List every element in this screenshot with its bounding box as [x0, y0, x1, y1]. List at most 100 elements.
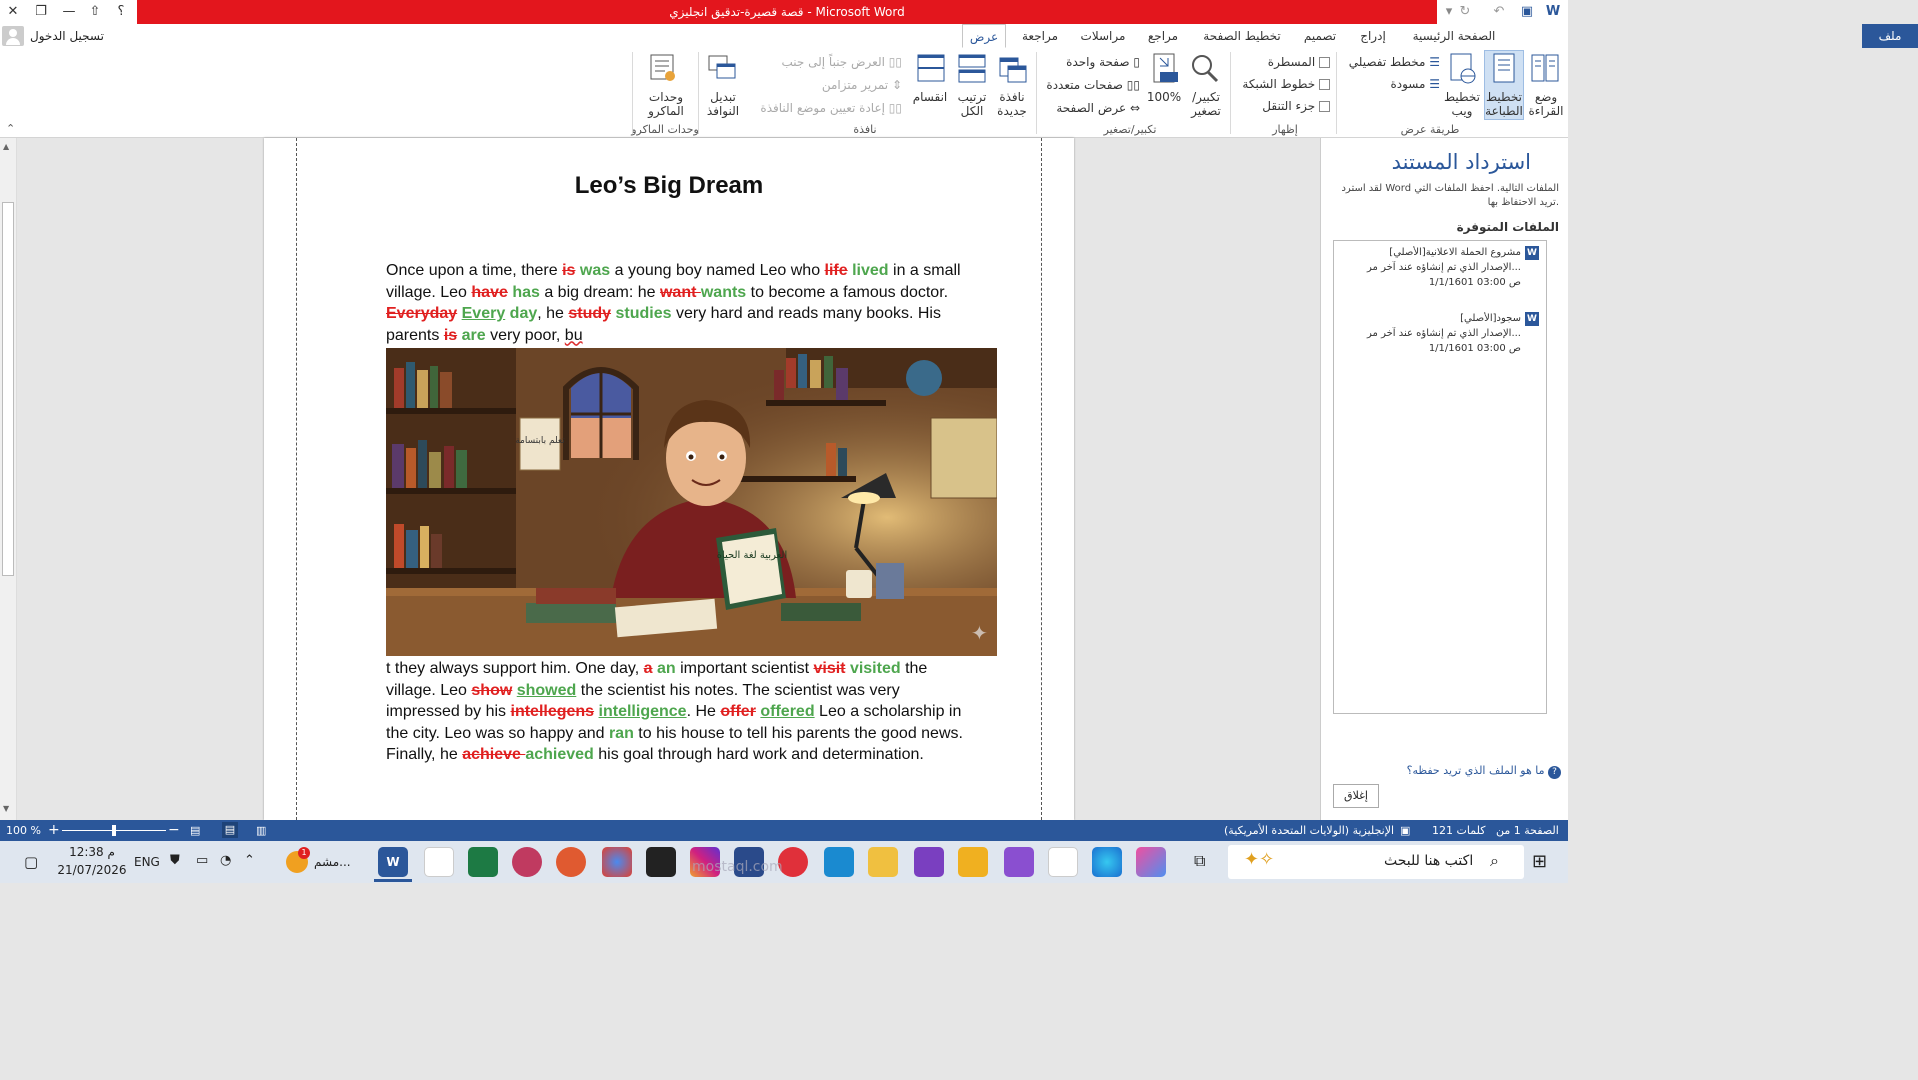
- deleted-text[interactable]: is: [444, 327, 457, 344]
- macros-button[interactable]: وحدات الماكرو: [642, 90, 690, 118]
- text-run[interactable]: Once upon a time, there: [386, 262, 562, 279]
- zoom-in-icon[interactable]: +: [48, 820, 60, 841]
- deleted-text[interactable]: intellegens: [511, 703, 595, 720]
- help-icon[interactable]: ؟: [112, 3, 130, 21]
- web-view-icon[interactable]: ▤: [190, 820, 200, 841]
- deleted-text[interactable]: want: [660, 284, 701, 301]
- close-button[interactable]: إغلاق: [1333, 784, 1379, 808]
- tab-layout[interactable]: تخطيط الصفحة: [1196, 24, 1288, 48]
- text-run[interactable]: his goal through hard work and determina…: [594, 746, 924, 763]
- tab-mailings[interactable]: مراسلات: [1074, 24, 1132, 48]
- paragraph-2[interactable]: t they always support him. One day, a an…: [386, 658, 966, 766]
- vscode-icon[interactable]: [824, 847, 854, 877]
- draft-button[interactable]: مسودة ☰: [1344, 77, 1440, 91]
- store-icon[interactable]: [1048, 847, 1078, 877]
- outline-button[interactable]: مخطط تفصيلي ☰: [1344, 55, 1440, 69]
- gridlines-checkbox[interactable]: خطوط الشبكة: [1234, 77, 1330, 91]
- inserted-text[interactable]: achieved: [525, 746, 593, 763]
- inserted-text[interactable]: offered: [760, 703, 814, 720]
- page-width-button[interactable]: عرض الصفحة ⇔: [1040, 101, 1140, 115]
- zoom-slider-thumb[interactable]: [112, 825, 116, 836]
- nav-pane-checkbox[interactable]: جزء التنقل: [1234, 99, 1330, 113]
- reset-position-button[interactable]: إعادة تعيين موضع النافذة ▯▯: [740, 101, 902, 115]
- copilot-sparkle-icon[interactable]: ✦✧: [1244, 849, 1274, 870]
- restore-window-icon[interactable]: ❐: [32, 3, 50, 21]
- start-icon[interactable]: ⊞: [1532, 851, 1547, 872]
- inserted-text[interactable]: are: [462, 327, 486, 344]
- excel-icon[interactable]: [468, 847, 498, 877]
- tab-design[interactable]: تصميم: [1296, 24, 1344, 48]
- inserted-text[interactable]: ran: [609, 725, 634, 742]
- word-count[interactable]: 121 كلمات: [1432, 820, 1485, 841]
- text-run[interactable]: very poor,: [486, 327, 565, 344]
- zoom-level[interactable]: 100 %: [6, 820, 41, 841]
- text-run[interactable]: a young boy named Leo who: [610, 262, 824, 279]
- deleted-text[interactable]: study: [568, 305, 611, 322]
- text-run[interactable]: . He: [687, 703, 721, 720]
- task-view-icon[interactable]: ⧉: [1194, 851, 1205, 871]
- repeat-icon[interactable]: ↻: [1456, 3, 1474, 21]
- notifications-icon[interactable]: ▢: [24, 853, 38, 871]
- running-app-label[interactable]: مشم...: [314, 855, 351, 869]
- scrollbar-thumb[interactable]: [2, 202, 14, 576]
- tab-review[interactable]: مراجعة: [1012, 24, 1068, 48]
- clock-time[interactable]: 12:38 م: [60, 845, 124, 859]
- copilot-app-icon[interactable]: [1136, 847, 1166, 877]
- text-run[interactable]: t they always support him. One day,: [386, 660, 644, 677]
- zoom-out-icon[interactable]: −: [168, 820, 180, 841]
- undo-icon[interactable]: ↶: [1490, 3, 1508, 21]
- visual-studio-icon[interactable]: [1004, 847, 1034, 877]
- user-avatar[interactable]: [2, 26, 24, 46]
- sync-scroll-button[interactable]: تمرير متزامن ⇕: [740, 78, 902, 92]
- language-status[interactable]: الإنجليزية (الولايات المتحدة الأمريكية): [1224, 820, 1394, 841]
- input-language[interactable]: ENG: [134, 855, 160, 869]
- recovered-file-item[interactable]: W [الأصلي]سجود الإصدار الذي تم إنشاؤه عند …: [1339, 312, 1543, 368]
- inserted-text[interactable]: Every: [462, 305, 506, 322]
- inserted-text[interactable]: intelligence: [599, 703, 687, 720]
- deleted-text[interactable]: offer: [720, 703, 756, 720]
- deleted-text[interactable]: show: [471, 682, 512, 699]
- tab-file[interactable]: ملف: [1862, 24, 1918, 48]
- inserted-text[interactable]: studies: [616, 305, 672, 322]
- clock-date[interactable]: 21/07/2026: [56, 863, 128, 877]
- paragraph-1[interactable]: Once upon a time, there is was a young b…: [386, 260, 966, 346]
- tab-view[interactable]: عرض: [962, 24, 1006, 48]
- app-icon-dark[interactable]: [646, 847, 676, 877]
- edge-icon[interactable]: [1092, 847, 1122, 877]
- tab-insert[interactable]: إدراج: [1350, 24, 1396, 48]
- deleted-text[interactable]: Everyday: [386, 305, 457, 322]
- collapse-ribbon-icon[interactable]: ⌃: [6, 122, 15, 135]
- vertical-scrollbar[interactable]: ▲ ▼: [0, 138, 17, 820]
- wifi-icon[interactable]: ◔: [220, 853, 231, 868]
- document-picture[interactable]: تعلم بابتسامة العربية لغة الحياة ✦: [386, 348, 997, 656]
- security-shield-icon[interactable]: ⛊: [170, 853, 180, 868]
- visual-studio-2-icon[interactable]: [914, 847, 944, 877]
- show-hidden-icons-icon[interactable]: ⌃: [244, 853, 255, 868]
- inserted-text[interactable]: was: [580, 262, 610, 279]
- camera-icon[interactable]: ▭: [196, 853, 208, 868]
- chrome-icon[interactable]: [602, 847, 632, 877]
- zoom-button[interactable]: تكبير/ تصغير: [1186, 90, 1226, 118]
- document-title[interactable]: Leo’s Big Dream: [386, 172, 952, 200]
- deleted-text[interactable]: visit: [813, 660, 845, 677]
- which-file-help[interactable]: ما هو الملف الذي تريد حفظه؟ ?: [1341, 764, 1561, 779]
- sign-in-link[interactable]: تسجيل الدخول: [30, 24, 104, 48]
- zoom-100-button[interactable]: 100%: [1144, 90, 1184, 104]
- app-icon-orange[interactable]: [556, 847, 586, 877]
- deleted-text[interactable]: have: [471, 284, 507, 301]
- read-view-icon[interactable]: ▥: [256, 820, 266, 841]
- arrange-all-button[interactable]: ترتيب الكل: [952, 90, 992, 118]
- text-run[interactable]: important scientist: [676, 660, 814, 677]
- inserted-text[interactable]: day: [505, 305, 538, 322]
- file-explorer-icon[interactable]: [868, 847, 898, 877]
- scroll-down-icon[interactable]: ▼: [3, 804, 9, 813]
- inserted-text[interactable]: showed: [517, 682, 577, 699]
- inserted-text[interactable]: wants: [701, 284, 746, 301]
- inserted-text[interactable]: lived: [852, 262, 888, 279]
- inserted-text[interactable]: visited: [850, 660, 901, 677]
- snipping-tool-icon[interactable]: [424, 847, 454, 877]
- downloads-app-icon[interactable]: [958, 847, 988, 877]
- tab-home[interactable]: الصفحة الرئيسية: [1402, 24, 1506, 48]
- new-window-button[interactable]: نافذة جديدة: [992, 90, 1032, 118]
- close-window-icon[interactable]: ✕: [4, 3, 22, 21]
